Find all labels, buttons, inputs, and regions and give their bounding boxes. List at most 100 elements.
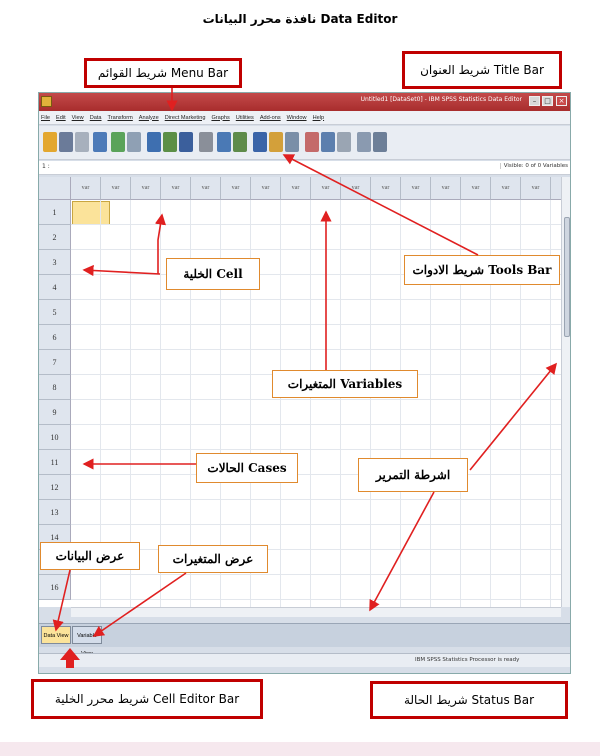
row-header[interactable]: 10 (39, 425, 71, 450)
menu-item-window[interactable]: Window (287, 115, 307, 121)
cell-callout: الخلية Cell (166, 258, 260, 290)
grid-line (71, 299, 561, 300)
grid-line (71, 424, 561, 425)
grid-line (71, 224, 561, 225)
status-bar-label: شريط الحالة Status Bar (370, 681, 568, 719)
column-header[interactable]: var (371, 177, 401, 200)
column-header[interactable]: var (131, 177, 161, 200)
column-header[interactable]: var (341, 177, 371, 200)
row-header[interactable]: 12 (39, 475, 71, 500)
data-view-callout: عرض البيانات (40, 542, 140, 570)
tab-data-view[interactable]: Data View (41, 626, 71, 644)
column-header[interactable]: var (491, 177, 521, 200)
goto-variable-icon[interactable] (163, 132, 177, 152)
grid-line (71, 399, 561, 400)
use-sets-icon[interactable] (321, 132, 335, 152)
menu-item-view[interactable]: View (72, 115, 84, 121)
grid-corner[interactable] (39, 177, 71, 200)
row-header[interactable]: 8 (39, 375, 71, 400)
menu-item-graphs[interactable]: Graphs (211, 115, 229, 121)
grid-line (310, 200, 311, 607)
variables-icon[interactable] (179, 132, 193, 152)
page-title: نافذة محرر البيانات Data Editor (202, 12, 398, 26)
value-labels-icon[interactable] (305, 132, 319, 152)
column-header[interactable]: var (161, 177, 191, 200)
grid-line (71, 249, 561, 250)
menu-item-analyze[interactable]: Analyze (139, 115, 159, 121)
menu-bar-label: شريط القوائم Menu Bar (84, 58, 242, 88)
row-header[interactable]: 16 (39, 575, 71, 600)
column-header[interactable]: var (461, 177, 491, 200)
menu-item-utilities[interactable]: Utilities (236, 115, 254, 121)
vertical-scrollbar[interactable] (561, 177, 570, 607)
view-tabs: Data View Variable View (39, 623, 570, 657)
variables-callout: المتغيرات Variables (272, 370, 418, 398)
grid-line (280, 200, 281, 607)
maximize-button[interactable]: □ (542, 96, 553, 106)
menu-item-edit[interactable]: Edit (56, 115, 66, 121)
undo-icon[interactable] (111, 132, 125, 152)
column-header[interactable]: var (401, 177, 431, 200)
row-header[interactable]: 9 (39, 400, 71, 425)
row-header[interactable]: 2 (39, 225, 71, 250)
vertical-scroll-thumb[interactable] (564, 217, 570, 337)
column-header[interactable]: var (311, 177, 341, 200)
row-header[interactable]: 5 (39, 300, 71, 325)
column-header[interactable]: var (521, 177, 551, 200)
row-header[interactable]: 1 (39, 200, 71, 225)
column-header[interactable]: var (221, 177, 251, 200)
row-header[interactable]: 11 (39, 450, 71, 475)
row-header[interactable]: 7 (39, 350, 71, 375)
menu-item-help[interactable]: Help (313, 115, 325, 121)
menu-item-data[interactable]: Data (90, 115, 102, 121)
tool-bar (39, 126, 570, 160)
row-header[interactable]: 6 (39, 325, 71, 350)
menu-item-file[interactable]: File (41, 115, 50, 121)
column-header[interactable]: var (71, 177, 101, 200)
window-title: Untitled1 [DataSet0] - IBM SPSS Statisti… (360, 96, 522, 103)
row-header[interactable]: 13 (39, 500, 71, 525)
select-cases-icon[interactable] (285, 132, 299, 152)
active-cell[interactable] (72, 201, 110, 225)
split-file-icon[interactable] (253, 132, 267, 152)
close-button[interactable]: × (556, 96, 567, 106)
title-bar: Untitled1 [DataSet0] - IBM SPSS Statisti… (39, 93, 570, 111)
grid-line (370, 200, 371, 607)
minimize-button[interactable]: – (529, 96, 540, 106)
cases-callout: الحالات Cases (196, 453, 298, 483)
open-file-icon[interactable] (43, 132, 57, 152)
scroll-bars-callout: اشرطة التمرير (358, 458, 468, 492)
row-header[interactable]: 3 (39, 250, 71, 275)
menu-item-transform[interactable]: Transform (108, 115, 133, 121)
redo-icon[interactable] (127, 132, 141, 152)
grid-line (71, 449, 561, 450)
insert-variable-icon[interactable] (233, 132, 247, 152)
find-icon[interactable] (199, 132, 213, 152)
column-header[interactable]: var (281, 177, 311, 200)
weight-cases-icon[interactable] (269, 132, 283, 152)
menu-item-direct-marketing[interactable]: Direct Marketing (165, 115, 206, 121)
variable-view-callout: عرض المتغيرات (158, 545, 268, 573)
column-header[interactable]: var (191, 177, 221, 200)
row-header[interactable]: 4 (39, 275, 71, 300)
print-icon[interactable] (75, 132, 89, 152)
grid-line (71, 524, 561, 525)
column-header[interactable]: var (251, 177, 281, 200)
save-icon[interactable] (59, 132, 73, 152)
goto-case-icon[interactable] (147, 132, 161, 152)
scripting-icon[interactable] (373, 132, 387, 152)
insert-cases-icon[interactable] (217, 132, 231, 152)
column-header[interactable]: var (101, 177, 131, 200)
horizontal-scrollbar[interactable] (71, 607, 561, 617)
spelling-icon[interactable] (357, 132, 371, 152)
grid-line (71, 324, 561, 325)
dialog-recall-icon[interactable] (93, 132, 107, 152)
cell-editor-bar[interactable]: 1 : Visible: 0 of 0 Variables (39, 161, 570, 175)
show-all-variables-icon[interactable] (337, 132, 351, 152)
menu-item-add-ons[interactable]: Add-ons (260, 115, 281, 121)
column-header[interactable]: var (431, 177, 461, 200)
cell-reference: 1 : (42, 163, 50, 170)
tab-variable-view[interactable]: Variable View (72, 626, 102, 657)
cell-editor-bar-label: شريط محرر الخلية Cell Editor Bar (31, 679, 263, 719)
grid-line (71, 549, 561, 550)
